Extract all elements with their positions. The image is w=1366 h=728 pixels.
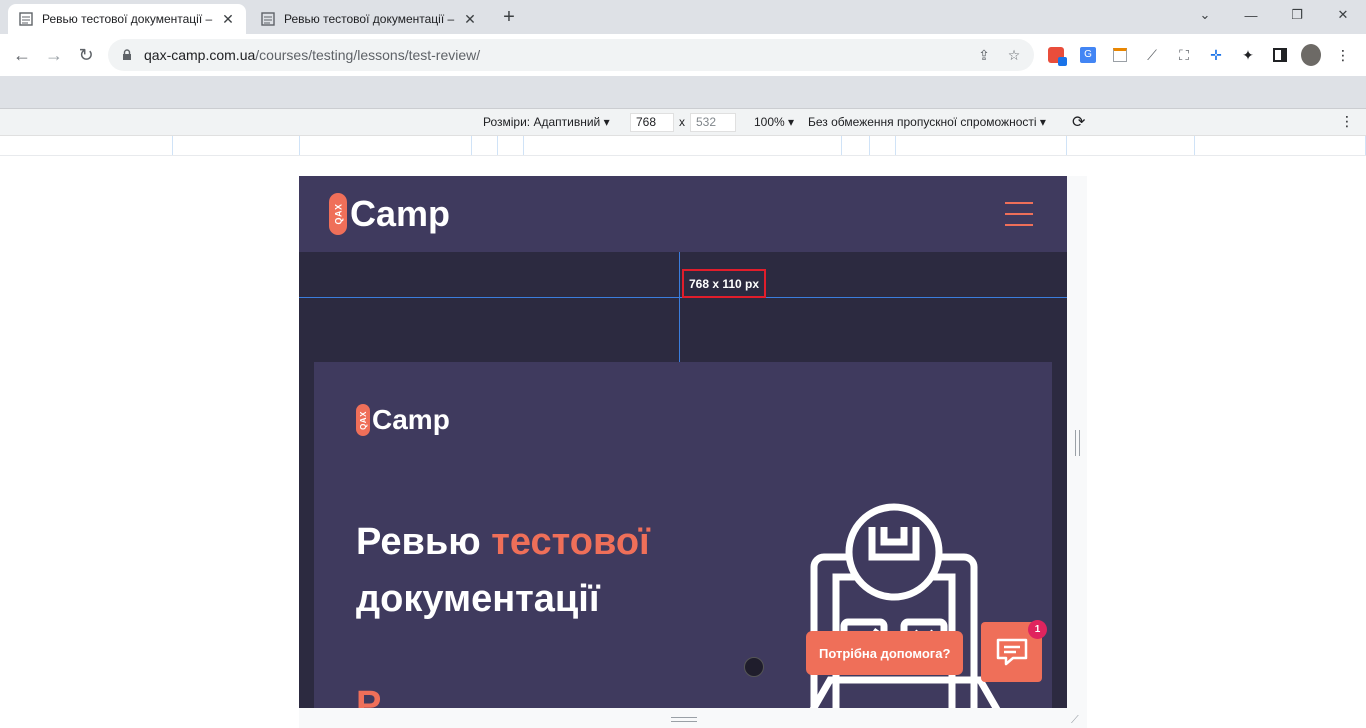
new-tab-button[interactable]: + [498,6,520,28]
ruler-segment[interactable] [841,136,842,155]
ext-red-icon[interactable] [1046,45,1067,66]
hamburger-menu-icon[interactable] [1005,202,1033,226]
dimensions-label: Розміри: Адаптивний [483,115,601,129]
hero-title-accent: тестової [491,521,650,563]
more-options-icon[interactable]: ⋮ [1340,113,1354,130]
logo-text: Camp [350,193,451,234]
ruler-segment[interactable] [471,136,472,155]
page-icon [260,11,276,27]
zoom-select[interactable]: 100% ▾ [754,115,794,129]
tab-2[interactable]: Ревью тестової документації – ✕ [250,4,488,34]
address-bar[interactable]: qax-camp.com.ua/courses/testing/lessons/… [108,39,1034,71]
hero-logo: QAX Camp [356,404,450,436]
reload-icon[interactable]: ↻ [74,43,98,67]
ruler-segment[interactable] [299,136,300,155]
lock-icon [123,49,131,60]
chat-notification-badge: 1 [1028,620,1047,639]
viewport-resize-handle-right[interactable] [1067,176,1087,708]
tab-search-icon[interactable]: ⌄ [1182,0,1228,30]
restore-icon[interactable]: ❐ [1274,0,1320,30]
width-input[interactable]: 768 [630,113,674,132]
throttling-select[interactable]: Без обмеження пропускної спроможності ▾ [808,115,1046,129]
sidepanel-icon[interactable] [1270,45,1290,65]
device-toolbar: Розміри: Адаптивний ▾ 768 x 532 100% ▾ Б… [0,108,1366,136]
move-icon[interactable]: ✛ [1206,45,1226,65]
notes-icon[interactable] [1110,45,1130,65]
help-tooltip-button[interactable]: Потрібна допомога? [806,631,964,675]
avatar[interactable] [1301,44,1321,66]
share-icon[interactable]: ⇪ [976,47,992,63]
chat-icon [996,638,1027,666]
rotate-icon[interactable]: ⟳ [1072,112,1085,132]
menu-icon[interactable]: ⋮ [1333,45,1353,65]
hero-title-part: Ревью [356,521,492,563]
ruler-segment[interactable] [1066,136,1067,155]
ruler-segment[interactable] [869,136,870,155]
media-query-ruler [0,136,1366,156]
hero-title-part: документації [356,578,600,620]
ruler-segment[interactable] [1194,136,1195,155]
puzzle-icon[interactable]: ✦ [1238,45,1258,65]
element-size-tooltip: 768 x 110 px [682,269,766,298]
site-logo[interactable]: QAX Camp [329,193,450,235]
logo-badge: QAX [358,410,368,430]
times-sign: x [679,115,685,129]
resize-corner-icon[interactable]: ⟋ [1071,714,1079,727]
forward-icon[interactable]: → [42,43,66,67]
hero-title: Ревью тестової документації [356,514,650,628]
logo-badge: QAX [333,203,344,225]
tab-title: Ревью тестової документації – [284,12,455,26]
ruler-segment[interactable] [523,136,524,155]
hero-subtitle-partial: Р [356,684,382,708]
tab-strip: Ревью тестової документації – ✕ Ревью те… [0,0,1366,34]
throttling-label: Без обмеження пропускної спроможності [808,115,1037,129]
page-icon [18,11,34,27]
window-close-icon[interactable]: ✕ [1320,0,1366,30]
site-header: QAX Camp [299,176,1067,252]
url-host: qax-camp.com.ua [144,47,256,63]
dimensions-select[interactable]: Розміри: Адаптивний ▾ [483,115,610,129]
bookmark-star-icon[interactable]: ☆ [1006,47,1022,63]
floating-dot[interactable] [744,657,764,677]
tab-title: Ревью тестової документації – [42,12,213,26]
screenshot-icon[interactable]: ⛶ [1174,45,1194,65]
height-input[interactable]: 532 [690,113,736,132]
close-icon[interactable]: ✕ [220,11,236,27]
viewport-resize-handle-bottom[interactable]: ⟋ [299,708,1087,728]
ruler-icon[interactable]: ⟋ [1142,45,1162,65]
zoom-label: 100% [754,115,785,129]
tab-1[interactable]: Ревью тестової документації – ✕ [8,4,246,34]
devtools-gap [0,76,1366,108]
url-path: /courses/testing/lessons/test-review/ [255,47,481,63]
ruler-segment[interactable] [497,136,498,155]
logo-text: Camp [372,404,450,435]
ruler-segment[interactable] [172,136,173,155]
back-icon[interactable]: ← [10,43,34,67]
ruler-segment[interactable] [895,136,896,155]
translate-icon[interactable]: G [1078,45,1098,65]
emulated-viewport: QAX Camp 768 x 110 px QAX Camp Ревью тес… [299,176,1067,708]
browser-toolbar: ← → ↻ qax-camp.com.ua/courses/testing/le… [0,34,1366,76]
close-icon[interactable]: ✕ [462,11,478,27]
minimize-icon[interactable]: — [1228,0,1274,30]
element-guide-vertical [679,252,680,362]
